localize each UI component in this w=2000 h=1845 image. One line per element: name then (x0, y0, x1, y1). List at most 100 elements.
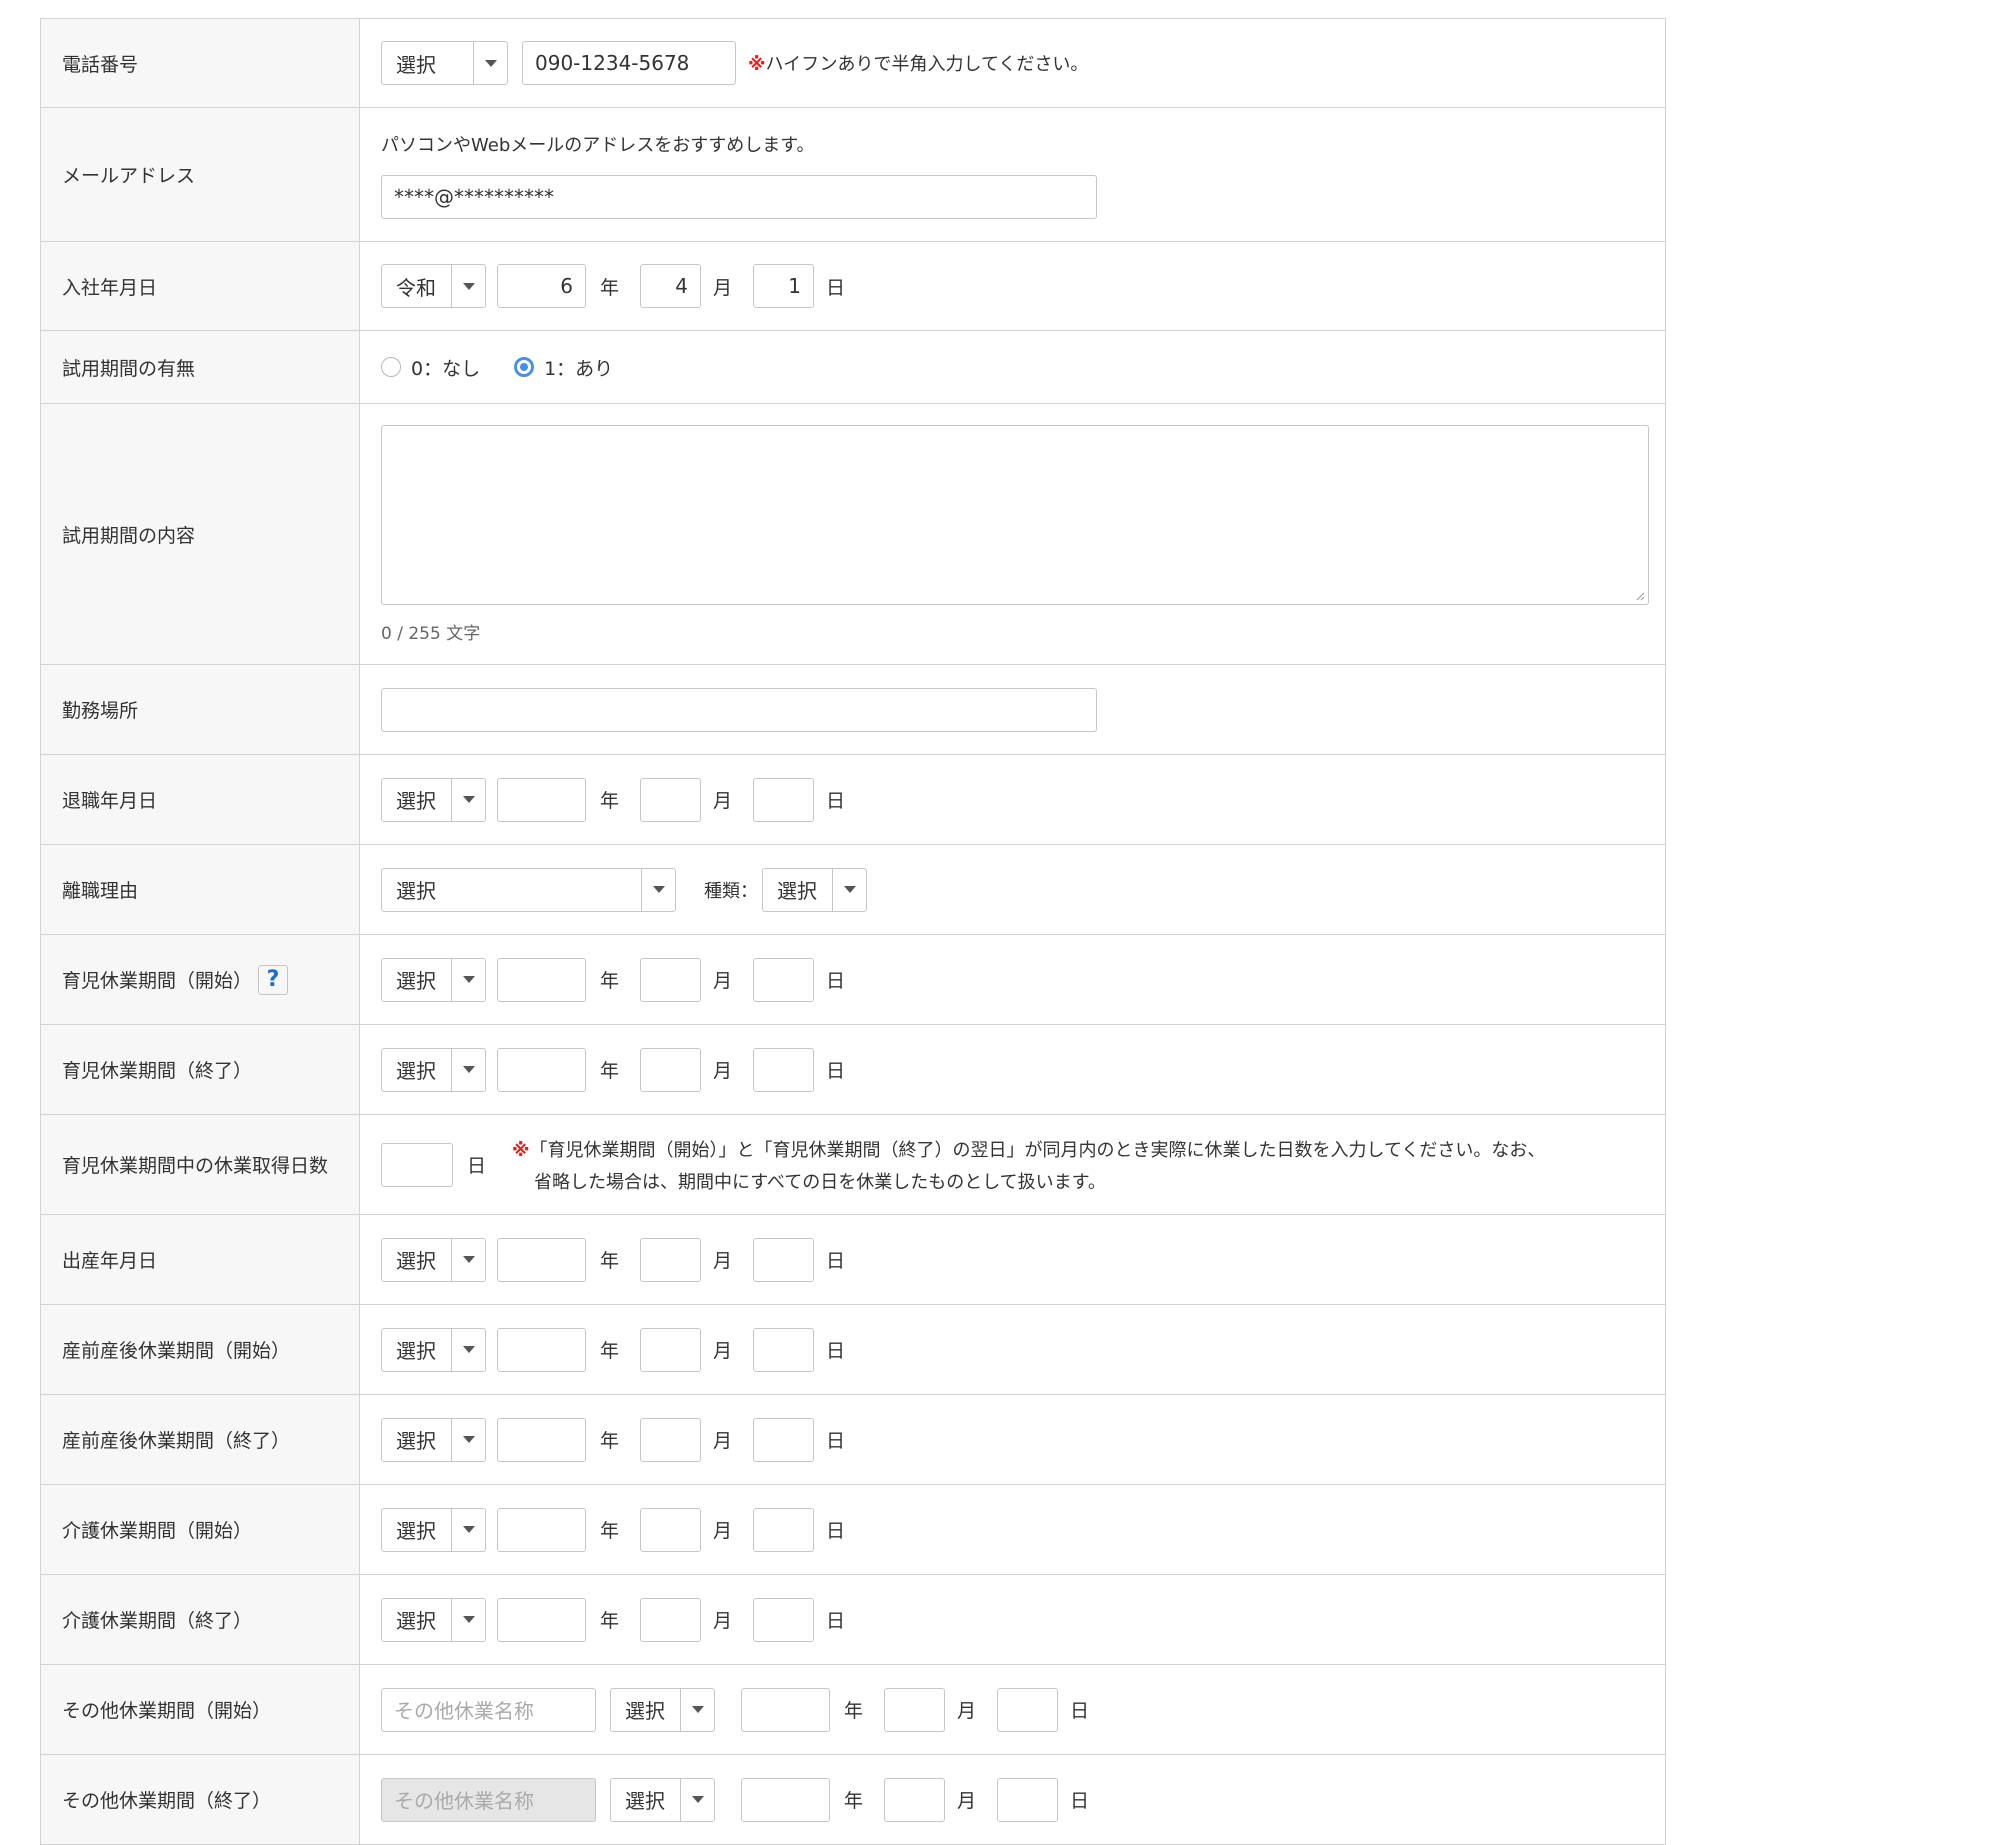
resize-grip-icon[interactable] (1635, 591, 1645, 601)
birth-era-select[interactable]: 選択 (381, 1237, 486, 1282)
month-unit: 月 (713, 1430, 733, 1452)
probation-radio-yes[interactable] (514, 357, 535, 377)
retire-month-input[interactable] (640, 777, 702, 822)
maternity-end-day-input[interactable] (753, 1417, 815, 1462)
label-care-end: 介護休業期間（終了） (40, 1575, 360, 1664)
row-care-start: 介護休業期間（開始） 選択 年 月 日 (40, 1485, 1666, 1575)
childcare-start-year-input[interactable] (497, 957, 586, 1002)
maternity-end-year-input[interactable] (497, 1417, 586, 1462)
year-unit: 年 (600, 1610, 620, 1632)
label-workplace: 勤務場所 (40, 665, 360, 754)
label-phone: 電話番号 (40, 19, 360, 107)
hire-era-select[interactable]: 令和 (381, 264, 486, 308)
retire-day-input[interactable] (753, 777, 815, 822)
childcare-end-day-input[interactable] (753, 1047, 815, 1092)
other-start-year-input[interactable] (741, 1687, 830, 1732)
row-probation: 試用期間の有無 0：なし 1：あり (40, 331, 1666, 404)
workplace-input[interactable] (381, 687, 1097, 732)
chevron-down-icon (451, 1238, 485, 1281)
childcare-days-input[interactable] (381, 1142, 453, 1187)
month-unit: 月 (713, 1520, 733, 1542)
childcare-start-month-input[interactable] (640, 957, 702, 1002)
chevron-down-icon (451, 1418, 485, 1461)
label-maternity-start: 産前産後休業期間（開始） (40, 1305, 360, 1394)
chevron-down-icon (451, 1328, 485, 1371)
other-start-day-input[interactable] (997, 1687, 1059, 1732)
birth-year-input[interactable] (497, 1237, 586, 1282)
care-end-year-input[interactable] (497, 1597, 586, 1642)
row-workplace: 勤務場所 (40, 665, 1666, 755)
label-probation: 試用期間の有無 (40, 331, 360, 403)
care-start-month-input[interactable] (640, 1507, 702, 1552)
birth-day-input[interactable] (753, 1237, 815, 1282)
other-end-day-input[interactable] (997, 1777, 1059, 1822)
other-end-era-select[interactable]: 選択 (610, 1777, 715, 1822)
day-unit: 日 (826, 1250, 846, 1272)
year-unit: 年 (600, 1520, 620, 1542)
probation-radio-none[interactable] (381, 357, 401, 377)
maternity-end-month-input[interactable] (640, 1417, 702, 1462)
row-maternity-end: 産前産後休業期間（終了） 選択 年 月 日 (40, 1395, 1666, 1485)
other-start-name-input[interactable]: その他休業名称 (381, 1687, 596, 1732)
label-email: メールアドレス (40, 108, 360, 241)
month-unit: 月 (713, 790, 733, 812)
phone-input[interactable]: 090-1234-5678 (522, 41, 736, 85)
row-other-end: その他休業期間（終了） その他休業名称 選択 年 月 日 (40, 1755, 1666, 1845)
day-unit: 日 (826, 970, 846, 992)
childcare-end-year-input[interactable] (497, 1047, 586, 1092)
leave-reason-select[interactable]: 選択 (381, 867, 676, 912)
childcare-end-era-select[interactable]: 選択 (381, 1047, 486, 1092)
leave-kind-select[interactable]: 選択 (762, 867, 867, 912)
probation-option-none: 0：なし (411, 357, 481, 380)
email-hint: パソコンやWebメールのアドレスをおすすめします。 (381, 134, 815, 156)
retire-era-select[interactable]: 選択 (381, 777, 486, 822)
childcare-start-era-select[interactable]: 選択 (381, 957, 486, 1002)
day-unit: 日 (826, 1520, 846, 1542)
month-unit: 月 (713, 1250, 733, 1272)
childcare-start-day-input[interactable] (753, 957, 815, 1002)
maternity-start-era-select[interactable]: 選択 (381, 1327, 486, 1372)
care-end-era-select[interactable]: 選択 (381, 1597, 486, 1642)
birth-month-input[interactable] (640, 1237, 702, 1282)
childcare-days-note: ※「育児休業期間（開始）」と「育児休業期間（終了）の翌日」が同月内のとき実際に休… (512, 1139, 1546, 1193)
other-end-month-input[interactable] (884, 1777, 946, 1822)
care-start-era-select[interactable]: 選択 (381, 1507, 486, 1552)
month-unit: 月 (713, 1060, 733, 1082)
year-unit: 年 (600, 276, 620, 299)
maternity-end-era-select[interactable]: 選択 (381, 1417, 486, 1462)
help-icon[interactable]: ? (258, 964, 289, 995)
month-unit: 月 (713, 1340, 733, 1362)
chevron-down-icon (680, 1778, 714, 1821)
day-unit: 日 (826, 1340, 846, 1362)
chevron-down-icon (451, 778, 485, 821)
maternity-start-month-input[interactable] (640, 1327, 702, 1372)
hire-year-input[interactable]: 6 (497, 264, 586, 308)
probation-detail-textarea[interactable] (381, 424, 1649, 605)
childcare-end-month-input[interactable] (640, 1047, 702, 1092)
row-leave-reason: 離職理由 選択 種類： 選択 (40, 845, 1666, 935)
row-care-end: 介護休業期間（終了） 選択 年 月 日 (40, 1575, 1666, 1665)
other-start-era-select[interactable]: 選択 (610, 1687, 715, 1732)
maternity-start-year-input[interactable] (497, 1327, 586, 1372)
year-unit: 年 (600, 790, 620, 812)
days-unit: 日 (467, 1155, 487, 1177)
label-retire-date: 退職年月日 (40, 755, 360, 844)
hire-month-input[interactable]: 4 (640, 264, 702, 308)
month-unit: 月 (713, 276, 733, 299)
hire-day-input[interactable]: 1 (753, 264, 815, 308)
month-unit: 月 (713, 970, 733, 992)
retire-year-input[interactable] (497, 777, 586, 822)
row-retire-date: 退職年月日 選択 年 月 日 (40, 755, 1666, 845)
email-input[interactable]: ****@********** (381, 174, 1097, 219)
chevron-down-icon (451, 265, 485, 307)
care-start-day-input[interactable] (753, 1507, 815, 1552)
year-unit: 年 (600, 1250, 620, 1272)
care-start-year-input[interactable] (497, 1507, 586, 1552)
other-start-month-input[interactable] (884, 1687, 946, 1732)
care-end-month-input[interactable] (640, 1597, 702, 1642)
month-unit: 月 (713, 1610, 733, 1632)
other-end-year-input[interactable] (741, 1777, 830, 1822)
care-end-day-input[interactable] (753, 1597, 815, 1642)
maternity-start-day-input[interactable] (753, 1327, 815, 1372)
phone-type-select[interactable]: 選択 (381, 41, 508, 85)
